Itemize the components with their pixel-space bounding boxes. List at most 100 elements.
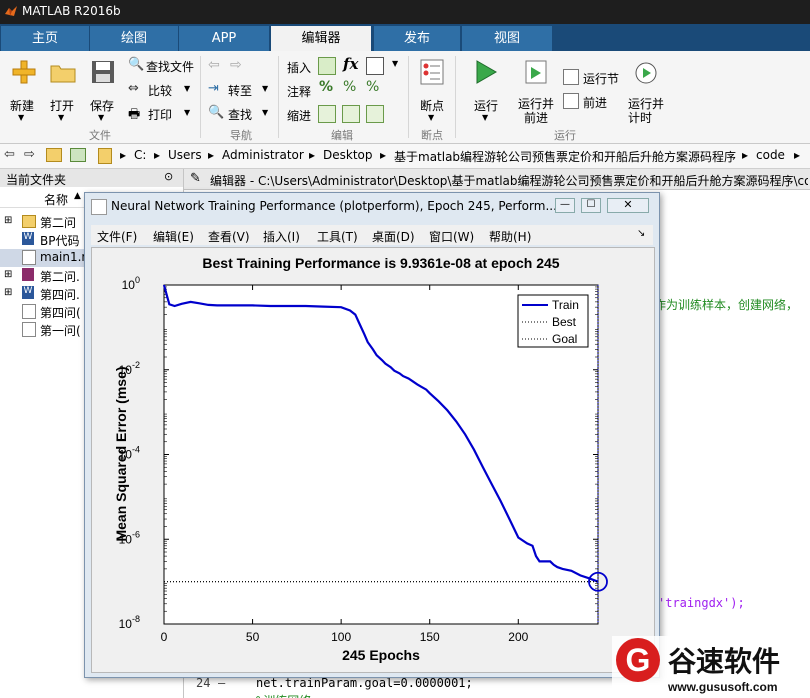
smart-indent-icon[interactable] [318, 105, 336, 123]
find-files-button[interactable]: 🔍 查找文件 [128, 57, 196, 75]
comment-button[interactable]: 注释 [287, 83, 311, 100]
fx-icon[interactable]: fx [343, 55, 358, 73]
breakpoints-button[interactable]: 断点 ▼ [414, 57, 450, 127]
breadcrumb-item[interactable]: C: [134, 148, 146, 162]
tab-editor[interactable]: 编辑器 [271, 26, 372, 51]
code-comment: 作为训练样本，创建网络， [654, 298, 799, 312]
breadcrumb-item[interactable]: code [756, 148, 785, 162]
y-axis-label: Mean Squared Error (mse) [113, 366, 129, 541]
compare-button[interactable]: ⇔ 比较 ▼ [128, 81, 194, 99]
minimize-button[interactable]: — [555, 198, 575, 213]
close-button[interactable]: ✕ [607, 198, 649, 213]
file-name: 第二问. [40, 270, 80, 284]
insert-button[interactable]: 插入 [287, 59, 311, 76]
divider [200, 56, 201, 138]
menu-insert[interactable]: 插入(I) [263, 228, 300, 245]
breadcrumb-item[interactable]: 基于matlab编程游轮公司预售票定价和开船后升舱方案源码程序 [394, 148, 736, 165]
panel-title: 当前文件夹 [6, 173, 67, 187]
brand-watermark: G 谷速软件 www.gususoft.com [612, 636, 810, 698]
maximize-button[interactable]: ☐ [581, 198, 601, 213]
run-button[interactable]: 运行 ▼ [466, 57, 506, 127]
floppy-disk-icon [92, 61, 114, 83]
menu-help[interactable]: 帮助(H) [489, 228, 531, 245]
run-and-time-button[interactable]: 运行并 计时 [626, 57, 666, 127]
line-dash: — [218, 676, 226, 690]
tab-publish[interactable]: 发布 [374, 26, 461, 51]
menu-edit[interactable]: 编辑(E) [153, 228, 194, 245]
chevron-down-icon: ▼ [482, 113, 489, 122]
run-section-button[interactable]: 运行节 [563, 69, 623, 87]
back-arrow-icon[interactable]: ⇦ [208, 57, 220, 73]
expand-icon[interactable]: ⊞ [4, 269, 12, 280]
percent-comment-icon[interactable]: % [319, 79, 333, 95]
performance-chart: Best Training Performance is 9.9361e-08 … [113, 255, 608, 663]
m-file-icon [22, 250, 36, 265]
word-doc-icon: W [22, 232, 34, 245]
group-label-file: 文件 [89, 129, 111, 142]
archive-icon [22, 268, 34, 281]
breadcrumb-item[interactable]: Users [168, 148, 202, 162]
editor-title: 编辑器 - C:\Users\Administrator\Desktop\基于m… [210, 174, 808, 188]
menu-desktop[interactable]: 桌面(D) [372, 228, 415, 245]
breadcrumb-item[interactable]: Desktop [323, 148, 373, 162]
breadcrumb-sep: ▸ [742, 148, 749, 162]
new-button[interactable]: 新建 ▼ [6, 57, 40, 127]
uncomment-icon[interactable]: % [343, 79, 356, 95]
up-folder-icon[interactable] [46, 148, 62, 162]
save-button[interactable]: 保存 ▼ [86, 57, 120, 127]
expand-icon[interactable]: ⊞ [4, 215, 12, 226]
open-button[interactable]: 打开 ▼ [46, 57, 80, 127]
indent-button[interactable]: 缩进 [287, 107, 311, 124]
breakpoints-label: 断点 [420, 99, 445, 113]
x-tick-label: 100 [331, 630, 351, 644]
file-name: 第四问( [40, 306, 81, 320]
run-section-label: 运行节 [583, 72, 620, 86]
tab-plots[interactable]: 绘图 [90, 26, 179, 51]
chevron-down-icon: ▼ [18, 113, 25, 122]
divider [408, 56, 409, 138]
menu-window[interactable]: 窗口(W) [429, 228, 474, 245]
panel-menu-icon[interactable]: ⊙ [164, 170, 173, 183]
find-button[interactable]: 🔍 查找 ▼ [208, 105, 274, 123]
wrap-comment-icon[interactable]: % [366, 79, 379, 95]
chevron-down-icon: ▼ [58, 113, 65, 122]
advance-button[interactable]: 前进 [563, 93, 623, 111]
breadcrumb-sep: ▸ [794, 148, 801, 162]
address-bar: ⇦ ⇨ ▸ C: ▸ Users ▸ Administrator ▸ Deskt… [0, 144, 810, 169]
editor-pencil-icon: ✎ [190, 171, 201, 186]
menu-view[interactable]: 查看(V) [208, 228, 250, 245]
group-label-edit: 编辑 [331, 129, 353, 142]
insert-section-icon[interactable] [318, 57, 336, 75]
new-plus-icon [12, 60, 36, 84]
figure-menubar: 文件(F) 编辑(E) 查看(V) 插入(I) 工具(T) 桌面(D) 窗口(W… [91, 225, 653, 245]
y-tick-label: 10-8 [119, 614, 140, 631]
menu-tools[interactable]: 工具(T) [317, 228, 358, 245]
tab-apps[interactable]: APP [179, 26, 270, 51]
current-folder-header: 当前文件夹 ⊙ [0, 169, 183, 187]
menu-file[interactable]: 文件(F) [97, 228, 137, 245]
decrease-indent-icon[interactable] [342, 105, 360, 123]
forward-icon[interactable]: ⇨ [24, 147, 35, 162]
chevron-down-icon: ▼ [262, 108, 269, 117]
breadcrumb-sep: ▸ [208, 148, 215, 162]
text-file-icon [22, 304, 36, 319]
run-and-advance-button[interactable]: 运行并 前进 [514, 57, 558, 127]
goto-button[interactable]: ⇥ 转至 ▼ [208, 81, 274, 99]
divider [278, 56, 279, 138]
print-button[interactable]: 🖶 打印 ▼ [128, 105, 194, 123]
tab-home[interactable]: 主页 [1, 26, 90, 51]
insert-function-icon[interactable] [366, 57, 384, 75]
increase-indent-icon[interactable] [366, 105, 384, 123]
back-icon[interactable]: ⇦ [4, 147, 15, 162]
forward-arrow-icon[interactable]: ⇨ [230, 57, 242, 73]
expand-icon[interactable]: ⊞ [4, 287, 12, 298]
folder-icon [50, 65, 76, 83]
tab-view[interactable]: 视图 [462, 26, 553, 51]
breadcrumb-item[interactable]: Administrator [222, 148, 304, 162]
browse-folder-icon[interactable] [70, 148, 86, 162]
col-name[interactable]: 名称 [44, 191, 68, 208]
breadcrumb-sep: ▸ [154, 148, 161, 162]
goto-icon: ⇥ [208, 81, 219, 96]
legend-best: Best [552, 315, 577, 329]
dock-arrow-icon[interactable]: ↘ [637, 228, 645, 239]
